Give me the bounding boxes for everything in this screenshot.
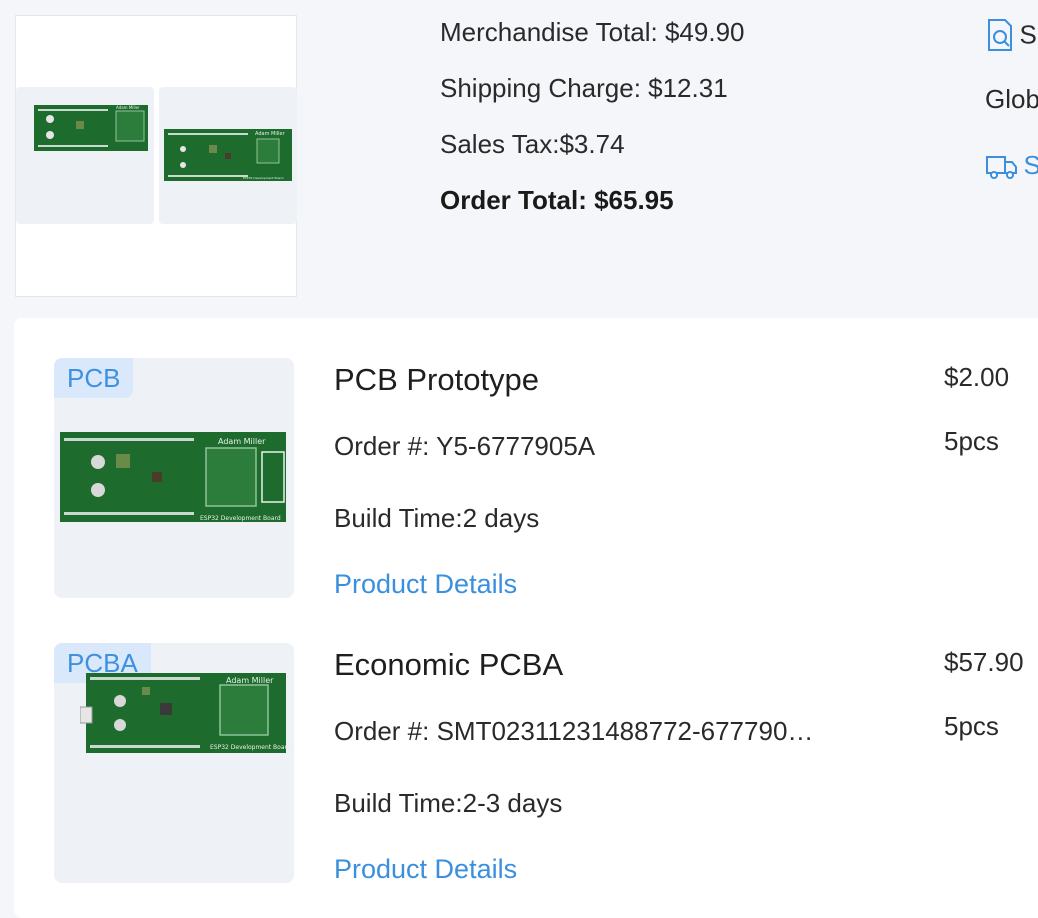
invoice-label: S (1019, 19, 1037, 50)
invoice-row[interactable]: S (985, 18, 1038, 54)
merchandise-total: Merchandise Total: $49.90 (440, 17, 745, 47)
product-title: Economic PCBA (334, 647, 564, 682)
sales-tax: Sales Tax:$3.74 (440, 129, 625, 159)
svg-text:Adam Miller: Adam Miller (255, 131, 286, 137)
pcb-board-image: Adam Miller (34, 105, 148, 151)
svg-text:Adam Miller: Adam Miller (226, 676, 274, 685)
product-details-link[interactable]: Product Details (334, 569, 517, 600)
tracking-link[interactable]: S (985, 150, 1038, 186)
item-price: $57.90 (944, 647, 1024, 677)
build-time: Build Time:2-3 days (334, 788, 563, 818)
svg-text:Adam Miller: Adam Miller (218, 437, 266, 446)
truck-icon (986, 155, 1017, 179)
item-price: $2.00 (944, 362, 1010, 392)
shipping-method-label: Glob (985, 84, 1038, 114)
order-thumbnails: Adam Miller Adam Miller ESP32 Developmen… (15, 15, 297, 297)
pcba-board-image: Adam Miller ESP32 Development Board (80, 673, 290, 753)
product-image-pcb[interactable]: PCB Adam Miller ESP32 Development Board (54, 358, 294, 598)
svg-text:Adam Miller: Adam Miller (116, 105, 140, 110)
tracking-link-label: S (1023, 150, 1038, 180)
product-image-pcba[interactable]: PCBA Adam Miller ESP32 Development Board (54, 643, 294, 883)
svg-text:ESP32 Development Board: ESP32 Development Board (200, 515, 281, 522)
product-title: PCB Prototype (334, 362, 540, 397)
build-time: Build Time:2 days (334, 503, 540, 533)
order-number: Order #: Y5-6777905A (334, 431, 596, 461)
order-total: Order Total: $65.95 (440, 185, 674, 215)
pcba-board-image: Adam Miller ESP32 Development Board (164, 129, 292, 181)
thumbnail-pcb[interactable]: Adam Miller (16, 87, 154, 224)
product-details-link[interactable]: Product Details (334, 854, 517, 885)
shipping-charge: Shipping Charge: $12.31 (440, 73, 728, 103)
pcb-board-image: Adam Miller ESP32 Development Board (60, 432, 286, 522)
product-tag: PCB (54, 358, 134, 398)
item-quantity: 5pcs (944, 426, 999, 456)
thumbnail-pcba[interactable]: Adam Miller ESP32 Development Board (159, 87, 297, 224)
order-number: Order #: SMT02311231488772-6777905A (334, 716, 814, 746)
item-quantity: 5pcs (944, 711, 999, 741)
svg-text:ESP32 Development Board: ESP32 Development Board (210, 744, 290, 751)
svg-text:ESP32 Development Board: ESP32 Development Board (243, 176, 283, 180)
invoice-search-icon (988, 19, 1012, 51)
